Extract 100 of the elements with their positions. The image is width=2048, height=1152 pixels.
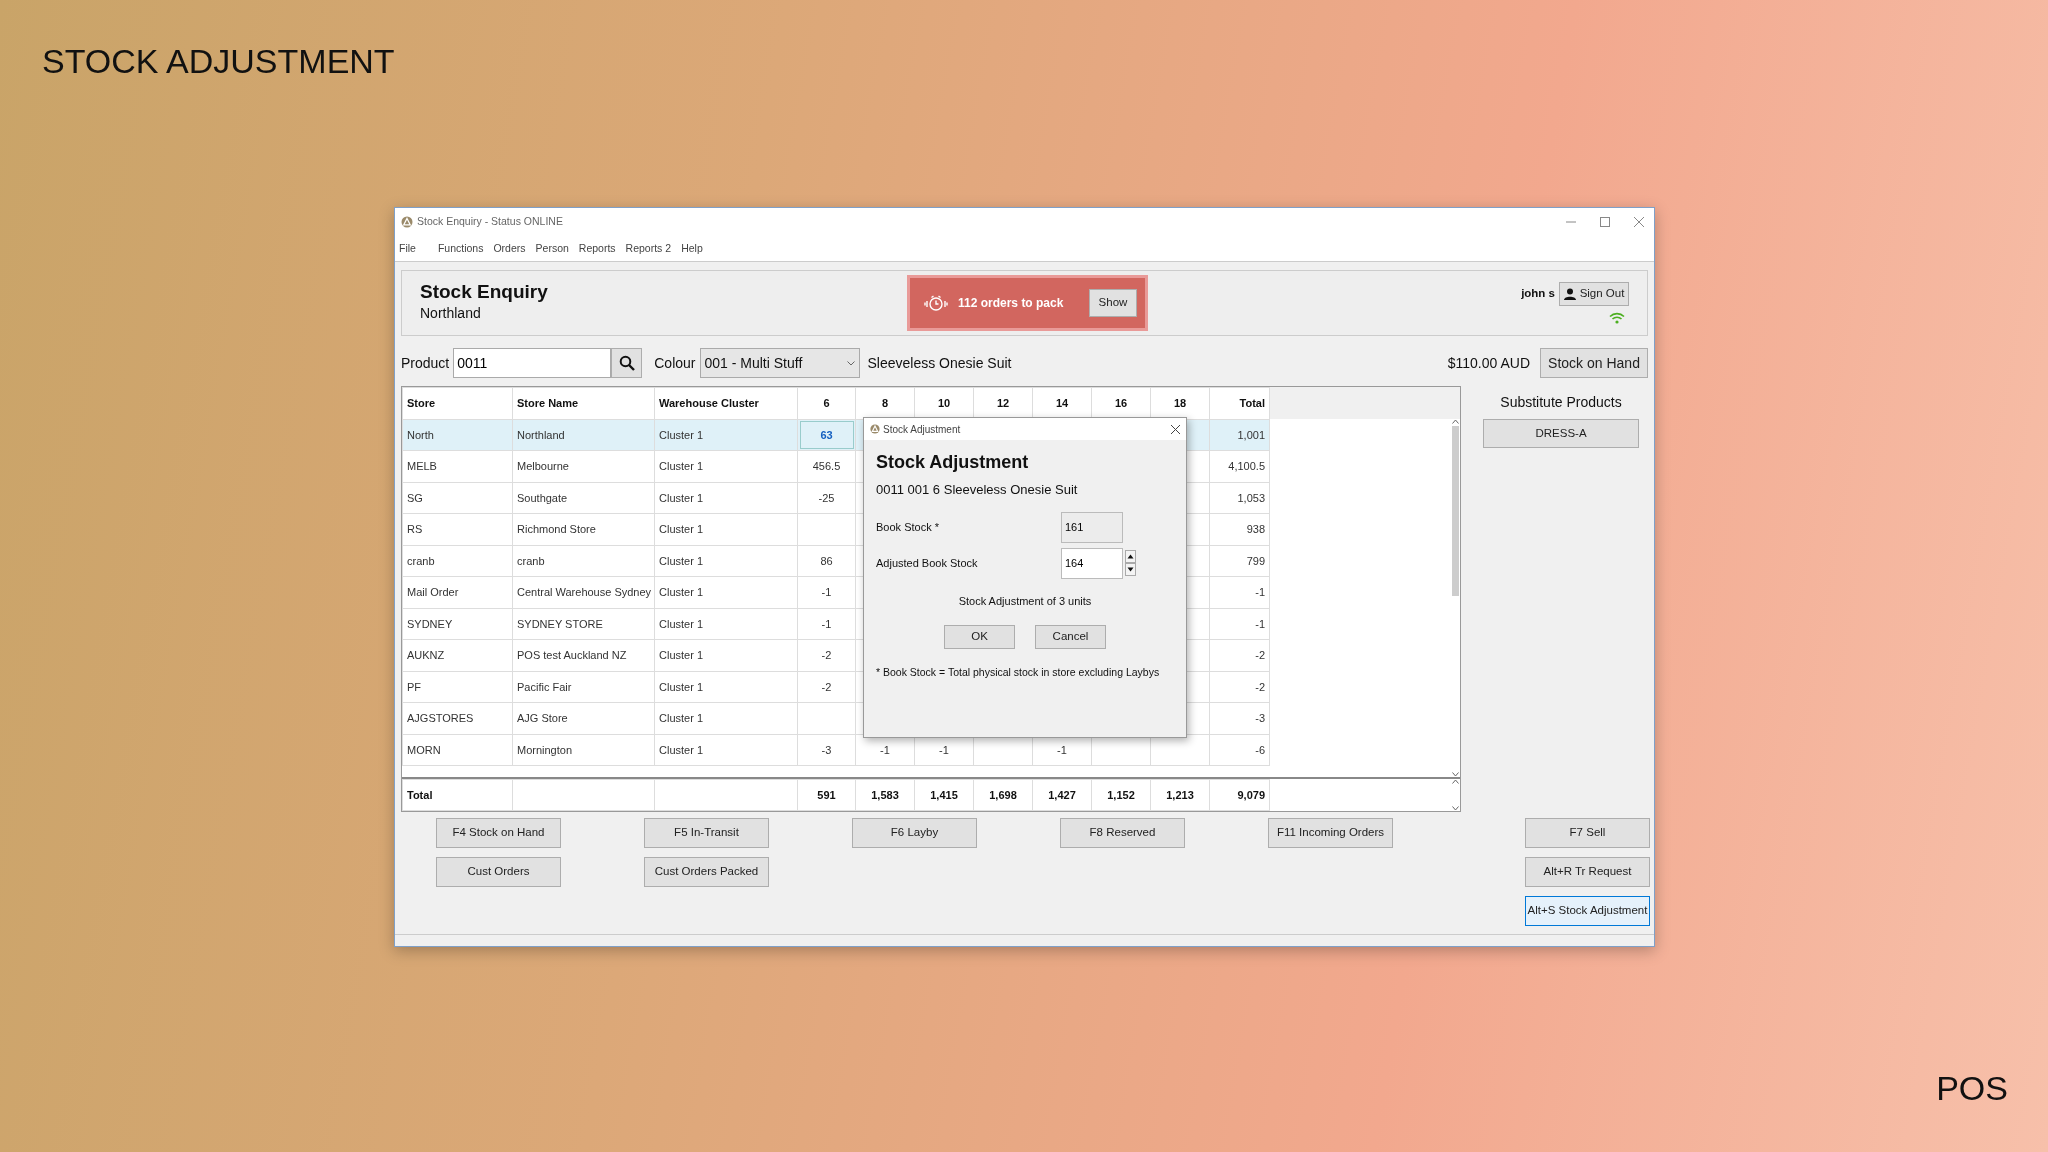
search-button[interactable]	[611, 348, 643, 378]
table-cell: 1,053	[1237, 491, 1265, 504]
maximize-icon	[1600, 217, 1610, 227]
column-header[interactable]: Total	[1209, 387, 1270, 419]
function-button[interactable]: Cust Orders Packed	[644, 857, 769, 887]
column-header[interactable]: 12	[973, 387, 1033, 419]
table-cell: MORN	[407, 743, 441, 756]
column-header[interactable]: 18	[1150, 387, 1210, 419]
dialog-heading: Stock Adjustment	[876, 451, 1030, 474]
table-row[interactable]: MORN Mornington Cluster 1 -3 -1 -1 -1 -6	[402, 734, 1270, 766]
table-cell: -1	[1255, 617, 1265, 630]
menu-item[interactable]: Orders	[493, 240, 526, 257]
column-header[interactable]: 10	[914, 387, 974, 419]
slide-footer: POS	[1936, 1063, 2008, 1114]
scroll-thumb[interactable]	[1451, 426, 1459, 596]
show-button[interactable]: Show	[1089, 289, 1137, 317]
function-button[interactable]: F7 Sell	[1525, 818, 1650, 848]
table-cell: Southgate	[517, 491, 568, 504]
app-logo-icon	[401, 216, 413, 228]
table-cell: -25	[818, 491, 835, 504]
spin-down-icon	[1125, 563, 1136, 576]
table-cell: 1,001	[1237, 428, 1265, 441]
table-cell: Cluster 1	[659, 523, 704, 535]
table-cell: Cluster 1	[659, 586, 704, 598]
menu-item[interactable]: File	[399, 240, 416, 257]
column-header[interactable]: 6	[797, 387, 856, 419]
sign-out-button[interactable]: Sign Out	[1559, 282, 1629, 306]
table-cell: Richmond Store	[517, 523, 596, 535]
table-cell: -6	[1255, 743, 1265, 756]
product-field[interactable]: 0011	[453, 348, 612, 378]
table-cell: -1	[821, 617, 832, 630]
table-cell: cranb	[517, 554, 545, 567]
stock-on-hand-button[interactable]: Stock on Hand	[1540, 348, 1648, 378]
table-cell: -1	[880, 743, 890, 756]
table-cell: Cluster 1	[659, 554, 704, 567]
column-header[interactable]: Store	[402, 387, 513, 419]
function-button[interactable]: F4 Stock on Hand	[436, 818, 561, 848]
menu-item[interactable]: Person	[535, 240, 569, 257]
table-cell: North	[407, 428, 434, 441]
menu-item[interactable]: Reports	[578, 240, 616, 257]
total-cell: Total	[407, 788, 433, 801]
input-field[interactable]: 164	[1061, 547, 1123, 579]
table-cell: 799	[1246, 554, 1265, 567]
function-button[interactable]: Alt+S Stock Adjustment	[1525, 896, 1650, 926]
table-cell: Pacific Fair	[517, 680, 572, 693]
total-cell: 1,152	[1107, 788, 1135, 801]
function-button[interactable]: F11 Incoming Orders	[1268, 818, 1393, 848]
function-button[interactable]: F6 Layby	[852, 818, 977, 848]
table-cell: -1	[821, 586, 832, 598]
table-cell: Cluster 1	[659, 712, 704, 724]
table-cell: Mornington	[517, 743, 573, 756]
chevron-down-icon	[1451, 806, 1459, 811]
table-cell: Cluster 1	[659, 428, 704, 441]
menu-item[interactable]: Functions	[437, 240, 484, 257]
dialog-button[interactable]: OK	[944, 625, 1015, 649]
scrollbar[interactable]	[1450, 778, 1460, 811]
table-cell: -1	[1255, 586, 1265, 598]
column-header[interactable]: 14	[1032, 387, 1092, 419]
table-cell: PF	[407, 680, 422, 693]
function-button[interactable]: Cust Orders	[436, 857, 561, 887]
dialog-title: Stock Adjustment	[883, 422, 961, 437]
chevron-up-icon	[1451, 778, 1459, 784]
table-cell: 938	[1246, 523, 1265, 535]
table-cell: SYDNEY	[407, 617, 453, 630]
column-header[interactable]: Warehouse Cluster	[654, 387, 798, 419]
table-cell: Mail Order	[407, 586, 459, 598]
dialog-button[interactable]: Cancel	[1035, 625, 1106, 649]
table-cell: -1	[1057, 743, 1067, 756]
function-button[interactable]: Alt+R Tr Request	[1525, 857, 1650, 887]
focused-cell[interactable]: 63	[797, 419, 856, 451]
colour-dropdown[interactable]: 001 - Multi Stuff	[699, 348, 860, 378]
alarm-clock-icon	[924, 294, 948, 312]
menu-item[interactable]: Reports 2	[625, 240, 672, 257]
input-field[interactable]: 161	[1061, 511, 1123, 543]
column-header[interactable]: 16	[1091, 387, 1151, 419]
table-cell: Cluster 1	[659, 491, 704, 504]
table-cell: RS	[407, 523, 423, 535]
scrollbar[interactable]	[1450, 419, 1460, 777]
table-cell: -1	[939, 743, 949, 756]
column-header[interactable]: 8	[855, 387, 915, 419]
substitute-product-button[interactable]: DRESS-A	[1483, 419, 1639, 448]
field-label: Adjusted Book Stock	[876, 555, 979, 571]
function-button[interactable]: F5 In-Transit	[644, 818, 769, 848]
product-label: Product	[401, 353, 450, 373]
column-header[interactable]: Store Name	[512, 387, 655, 419]
table-cell: Cluster 1	[659, 743, 704, 756]
table-cell: Melbourne	[517, 460, 569, 472]
table-cell: 456.5	[812, 460, 841, 472]
table-cell: Cluster 1	[659, 680, 704, 693]
table-cell: POS test Auckland NZ	[517, 649, 627, 661]
window-title: Stock Enquiry - Status ONLINE	[417, 214, 563, 230]
table-cell: Central Warehouse Sydney	[517, 586, 652, 598]
total-cell: 9,079	[1237, 788, 1265, 801]
chevron-up-icon	[1451, 419, 1459, 424]
field-label: Book Stock *	[876, 519, 940, 535]
spin-up-icon	[1125, 550, 1136, 563]
app-logo-icon	[870, 424, 880, 434]
menu-item[interactable]: Help	[681, 240, 703, 257]
function-button[interactable]: F8 Reserved	[1060, 818, 1185, 848]
table-cell: -3	[1255, 712, 1265, 724]
